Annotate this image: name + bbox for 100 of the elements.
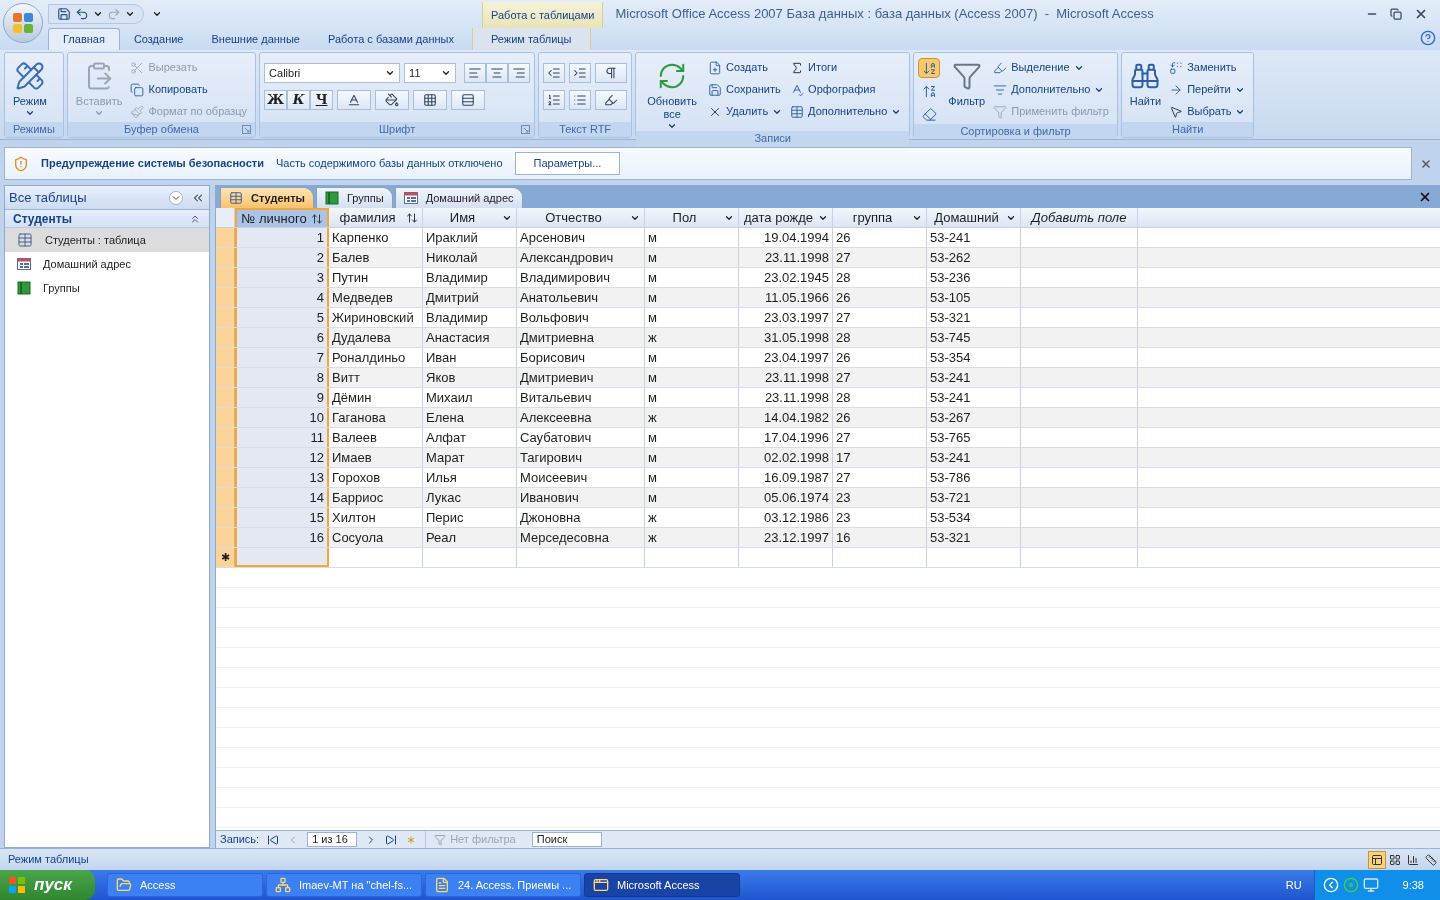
record-selector[interactable] (216, 528, 235, 547)
navigation-item[interactable]: Группы (5, 276, 209, 300)
dropdown-icon[interactable] (169, 190, 183, 205)
ribbon-button[interactable]: Заменить (1169, 58, 1250, 77)
record-number-field[interactable]: 1 из 16 (307, 832, 358, 847)
search-field[interactable]: Поиск (531, 832, 602, 847)
column-header[interactable]: Имя (423, 208, 517, 227)
format-button[interactable]: Ж (264, 90, 288, 110)
record-selector[interactable] (216, 508, 235, 527)
column-header[interactable]: Домашний (927, 208, 1021, 227)
launcher-icon[interactable] (242, 125, 252, 134)
ribbon-tab[interactable]: Режим таблицы (471, 28, 591, 50)
column-header[interactable]: Пол (645, 208, 739, 227)
pilcrow-button[interactable] (595, 63, 628, 83)
first-record-icon[interactable] (267, 833, 280, 846)
ribbon-button[interactable]: Найти (1125, 57, 1166, 108)
ribbon-button[interactable]: Фильтр (944, 57, 990, 108)
highlighter-button[interactable] (595, 90, 628, 110)
alternate-rows-button[interactable] (451, 90, 486, 110)
last-record-icon[interactable] (385, 833, 398, 846)
language-indicator[interactable]: RU (1285, 876, 1302, 894)
record-selector[interactable] (216, 308, 235, 327)
numbered-list-button[interactable] (543, 90, 566, 110)
ribbon-tab[interactable]: Создание (119, 28, 198, 50)
close-icon[interactable] (1414, 7, 1428, 21)
column-header[interactable]: группа (833, 208, 927, 227)
column-header[interactable]: Отчество (517, 208, 645, 227)
start-button[interactable]: пуск (0, 870, 95, 900)
launcher-icon[interactable] (521, 125, 531, 134)
close-icon[interactable] (1418, 190, 1432, 204)
fill-color-button[interactable] (375, 90, 410, 110)
record-selector[interactable] (216, 228, 235, 247)
save-icon[interactable] (57, 7, 71, 21)
gridlines-button[interactable] (413, 90, 448, 110)
record-selector[interactable] (216, 328, 235, 347)
ribbon-tab[interactable]: Главная (48, 28, 120, 50)
ribbon-button[interactable]: Удалить (708, 102, 787, 121)
record-selector[interactable] (216, 368, 235, 387)
column-header[interactable]: дата рожде (739, 208, 833, 227)
sort-button[interactable] (918, 58, 941, 78)
record-selector[interactable] (216, 288, 235, 307)
navigation-item[interactable]: Студенты : таблица (5, 228, 209, 252)
record-selector[interactable] (216, 428, 235, 447)
font-name-field[interactable]: Calibri (264, 63, 401, 83)
ribbon-button[interactable]: Копировать (130, 80, 252, 99)
datasheet-view-button[interactable] (1368, 850, 1386, 869)
taskbar-button[interactable]: Access (107, 873, 263, 897)
office-button[interactable] (3, 3, 43, 43)
new-record-marker[interactable]: ✱ (216, 548, 235, 567)
record-selector[interactable] (216, 348, 235, 367)
indent-button[interactable] (569, 63, 592, 83)
ribbon-button[interactable]: Создать (708, 58, 787, 77)
record-selector[interactable] (216, 248, 235, 267)
ribbon-button[interactable]: Обновить все (640, 57, 705, 131)
document-tab[interactable]: Студенты (220, 187, 314, 208)
navigation-item[interactable]: Домашний адрес (5, 252, 209, 276)
record-selector[interactable] (216, 408, 235, 427)
align-right-button[interactable] (508, 63, 531, 83)
format-button[interactable]: Ч (310, 90, 334, 110)
redo-icon[interactable] (107, 7, 121, 21)
outdent-button[interactable] (543, 63, 566, 83)
align-center-button[interactable] (486, 63, 509, 83)
font-color-button[interactable] (337, 90, 372, 110)
options-button[interactable]: Параметры... (514, 152, 621, 175)
table-cell[interactable] (235, 548, 329, 567)
ribbon-tab[interactable]: Работа с базами данных (313, 28, 468, 50)
ribbon-button[interactable]: Итоги (790, 58, 906, 77)
ribbon-button[interactable]: Дополнительно (993, 80, 1113, 99)
show-hidden-icons-icon[interactable] (1322, 877, 1339, 893)
align-left-button[interactable] (464, 63, 487, 83)
ribbon-button[interactable]: Выбрать (1169, 102, 1250, 121)
record-selector[interactable] (216, 268, 235, 287)
record-selector[interactable] (216, 468, 235, 487)
record-selector[interactable] (216, 488, 235, 507)
document-tab[interactable]: Группы (316, 187, 393, 208)
close-icon[interactable] (1420, 157, 1432, 170)
font-size-field[interactable]: 11 (404, 63, 457, 83)
restore-icon[interactable] (1390, 8, 1402, 20)
taskbar-button[interactable]: 24. Access. Приемы ... (425, 873, 581, 897)
document-tab[interactable]: Домашний адрес (394, 187, 523, 208)
record-selector[interactable] (216, 448, 235, 467)
ribbon-button[interactable]: Выделение (993, 58, 1113, 77)
record-selector[interactable] (216, 388, 235, 407)
ribbon-button[interactable]: Орфография (790, 80, 906, 99)
column-header[interactable]: № личного (235, 208, 329, 227)
ribbon-button[interactable]: Режим (9, 57, 51, 118)
window-title: Microsoft Office Access 2007 База данных : база данных (Access 2007) - Microsoft Access (615, 5, 1154, 24)
format-button[interactable]: К (287, 90, 311, 110)
disc-icon[interactable] (1342, 877, 1359, 893)
ribbon-button[interactable]: Перейти (1169, 80, 1250, 99)
taskbar-button[interactable]: Imaev-MT на "chel-fs... (266, 873, 422, 897)
ribbon-button[interactable]: Дополнительно (790, 102, 906, 121)
undo-icon[interactable] (75, 7, 89, 21)
taskbar-button[interactable]: Microsoft Access (584, 873, 740, 897)
bullet-list-button[interactable] (569, 90, 592, 110)
ribbon-tab[interactable]: Внешние данные (197, 28, 314, 50)
help-icon[interactable] (1420, 30, 1436, 46)
column-header[interactable]: фамилия (329, 208, 423, 227)
column-header[interactable]: Добавить поле (1021, 208, 1138, 227)
ribbon-button[interactable]: Сохранить (708, 80, 787, 99)
